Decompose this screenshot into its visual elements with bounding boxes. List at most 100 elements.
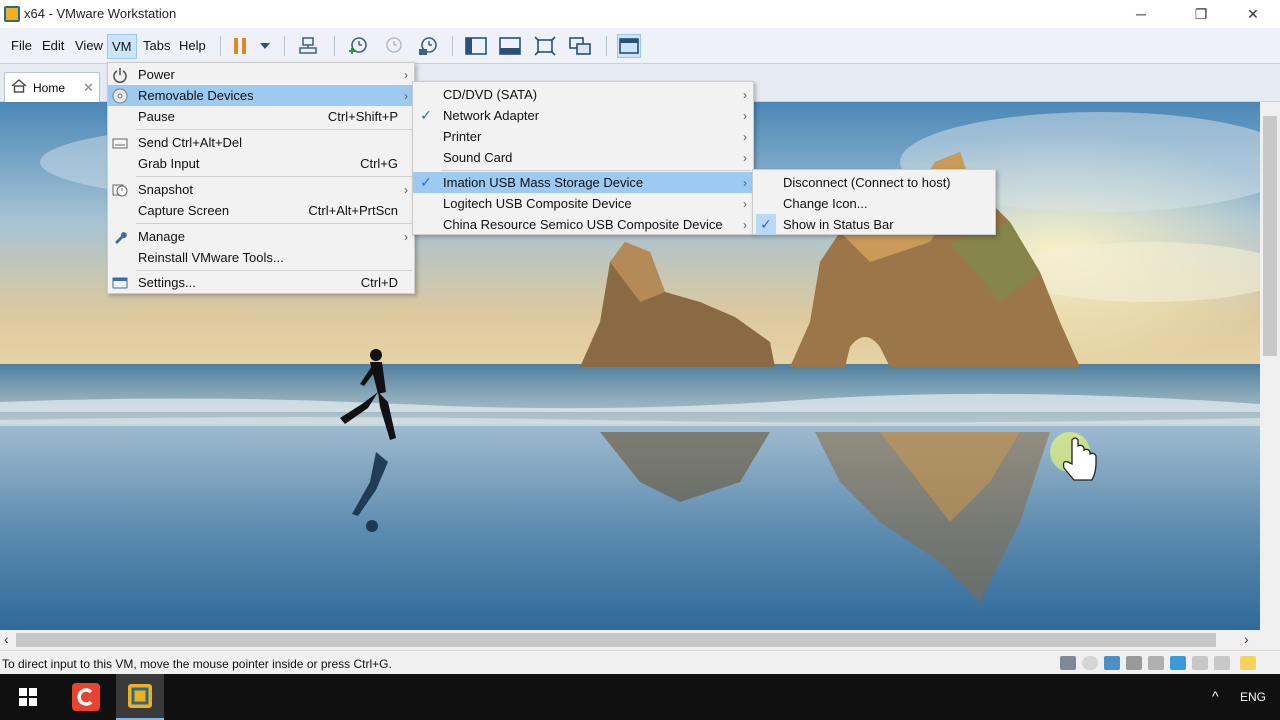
tab-close-icon[interactable]: ✕ bbox=[83, 80, 94, 96]
menu-item-sound-card[interactable]: Sound Card › bbox=[413, 147, 753, 168]
menu-item-show-in-status-bar[interactable]: ✓ Show in Status Bar bbox=[753, 214, 995, 235]
menu-item-power[interactable]: Power › bbox=[108, 64, 414, 85]
settings-icon bbox=[111, 274, 129, 291]
menu-item-settings[interactable]: Settings... Ctrl+D bbox=[108, 272, 414, 293]
network-status-icon[interactable] bbox=[1104, 656, 1120, 670]
menu-item-china-resource-usb[interactable]: China Resource Semico USB Composite Devi… bbox=[413, 214, 753, 235]
submenu-arrow-icon: › bbox=[404, 182, 408, 197]
submenu-arrow-icon: › bbox=[743, 217, 747, 232]
menu-item-label: Disconnect (Connect to host) bbox=[783, 175, 951, 190]
keyboard-icon bbox=[111, 134, 129, 151]
minimize-button[interactable]: ─ bbox=[1118, 0, 1164, 28]
taskbar-vmware-icon[interactable] bbox=[116, 674, 164, 720]
show-library-icon[interactable] bbox=[464, 34, 488, 58]
status-bar: To direct input to this VM, move the mou… bbox=[0, 650, 1280, 674]
wrench-icon bbox=[111, 228, 129, 245]
home-icon bbox=[11, 79, 27, 96]
menu-item-label: Imation USB Mass Storage Device bbox=[443, 175, 644, 190]
menu-item-pause[interactable]: Pause Ctrl+Shift+P bbox=[108, 106, 414, 127]
cd-icon bbox=[111, 87, 129, 104]
hard-disk-status-icon[interactable] bbox=[1060, 656, 1076, 670]
menu-item-printer[interactable]: Printer › bbox=[413, 126, 753, 147]
menu-vm[interactable]: VM bbox=[107, 34, 137, 59]
menu-item-snapshot[interactable]: Snapshot › bbox=[108, 179, 414, 200]
menu-item-label: Manage bbox=[138, 229, 185, 244]
scroll-left-icon[interactable]: ‹ bbox=[4, 631, 9, 647]
taskbar-camtasia-icon[interactable] bbox=[62, 674, 110, 720]
menu-file[interactable]: File bbox=[9, 38, 34, 53]
tab-home[interactable]: Home ✕ bbox=[4, 72, 100, 102]
menu-item-label: Pause bbox=[138, 109, 175, 124]
power-dropdown-icon[interactable] bbox=[253, 34, 277, 58]
menu-item-imation-usb[interactable]: ✓ Imation USB Mass Storage Device › bbox=[413, 172, 753, 193]
menu-item-label: Printer bbox=[443, 129, 482, 144]
menu-edit[interactable]: Edit bbox=[40, 38, 66, 53]
menu-item-network-adapter[interactable]: ✓ Network Adapter › bbox=[413, 105, 753, 126]
menu-item-grab-input[interactable]: Grab Input Ctrl+G bbox=[108, 153, 414, 174]
windows-taskbar: ^ ENG bbox=[0, 674, 1280, 720]
horizontal-scrollbar[interactable]: ‹ › bbox=[0, 630, 1260, 650]
usb-imation-status-icon[interactable] bbox=[1170, 656, 1186, 670]
menu-item-label: Grab Input bbox=[138, 156, 200, 171]
status-message: To direct input to this VM, move the mou… bbox=[2, 657, 392, 671]
menu-item-label: Network Adapter bbox=[443, 108, 540, 123]
horizontal-scroll-thumb[interactable] bbox=[16, 633, 1216, 647]
printer-status-icon[interactable] bbox=[1126, 656, 1142, 670]
menu-separator bbox=[441, 170, 751, 171]
close-button[interactable]: ✕ bbox=[1230, 0, 1276, 28]
submenu-arrow-icon: › bbox=[404, 229, 408, 244]
sound-status-icon[interactable] bbox=[1148, 656, 1164, 670]
power-icon bbox=[111, 66, 129, 83]
check-icon: ✓ bbox=[420, 107, 432, 123]
language-indicator[interactable]: ENG bbox=[1240, 690, 1266, 704]
unity-mode-icon[interactable] bbox=[568, 34, 592, 58]
vm-menu: Power › Removable Devices › Pause Ctrl+S… bbox=[107, 62, 415, 294]
console-view-icon[interactable] bbox=[617, 34, 641, 58]
menu-item-disconnect[interactable]: Disconnect (Connect to host) bbox=[753, 172, 995, 193]
submenu-arrow-icon: › bbox=[743, 196, 747, 211]
take-snapshot-icon[interactable] bbox=[346, 34, 370, 58]
submenu-arrow-icon: › bbox=[743, 175, 747, 190]
tray-overflow-icon[interactable]: ^ bbox=[1212, 688, 1219, 704]
scroll-right-icon[interactable]: › bbox=[1244, 631, 1249, 647]
menu-item-reinstall-tools[interactable]: Reinstall VMware Tools... bbox=[108, 247, 414, 268]
submenu-arrow-icon: › bbox=[404, 88, 408, 103]
menu-item-change-icon[interactable]: Change Icon... bbox=[753, 193, 995, 214]
snapshot-manager-icon[interactable] bbox=[416, 34, 440, 58]
full-screen-icon[interactable] bbox=[533, 34, 557, 58]
title-bar: x64 - VMware Workstation ─ ❐ ✕ bbox=[0, 0, 1280, 28]
menu-item-label: Snapshot bbox=[138, 182, 193, 197]
network-icon[interactable] bbox=[296, 34, 320, 58]
menu-separator bbox=[136, 176, 412, 177]
vertical-scroll-thumb[interactable] bbox=[1263, 116, 1277, 356]
removable-devices-submenu: CD/DVD (SATA) › ✓ Network Adapter › Prin… bbox=[412, 81, 754, 235]
thumbnail-bar-icon[interactable] bbox=[498, 34, 522, 58]
toolbar-separator bbox=[606, 36, 607, 56]
cd-status-icon[interactable] bbox=[1082, 656, 1098, 670]
usb-device-submenu: Disconnect (Connect to host) Change Icon… bbox=[752, 169, 996, 235]
submenu-arrow-icon: › bbox=[404, 67, 408, 82]
menu-item-logitech-usb[interactable]: Logitech USB Composite Device › bbox=[413, 193, 753, 214]
menu-view[interactable]: View bbox=[73, 38, 105, 53]
menu-item-capture-screen[interactable]: Capture Screen Ctrl+Alt+PrtScn bbox=[108, 200, 414, 221]
snapshot-clock-icon bbox=[111, 181, 129, 198]
menu-tabs[interactable]: Tabs bbox=[141, 38, 172, 53]
menu-item-label: Logitech USB Composite Device bbox=[443, 196, 632, 211]
usb-logitech-status-icon[interactable] bbox=[1192, 656, 1208, 670]
usb-china-status-icon[interactable] bbox=[1214, 656, 1230, 670]
revert-snapshot-icon bbox=[382, 34, 406, 58]
toolbar-separator bbox=[220, 36, 221, 56]
menu-item-manage[interactable]: Manage › bbox=[108, 226, 414, 247]
menu-help[interactable]: Help bbox=[177, 38, 208, 53]
menu-item-cd-dvd[interactable]: CD/DVD (SATA) › bbox=[413, 84, 753, 105]
menu-item-removable-devices[interactable]: Removable Devices › bbox=[108, 85, 414, 106]
message-log-icon[interactable] bbox=[1240, 656, 1256, 670]
check-icon: ✓ bbox=[420, 174, 432, 190]
submenu-arrow-icon: › bbox=[743, 108, 747, 123]
start-button[interactable] bbox=[4, 674, 52, 720]
maximize-button[interactable]: ❐ bbox=[1178, 0, 1224, 28]
vertical-scrollbar[interactable] bbox=[1260, 102, 1280, 630]
menu-item-send-ctrl-alt-del[interactable]: Send Ctrl+Alt+Del bbox=[108, 132, 414, 153]
menu-item-label: Send Ctrl+Alt+Del bbox=[138, 135, 243, 150]
pause-icon[interactable] bbox=[228, 34, 252, 58]
